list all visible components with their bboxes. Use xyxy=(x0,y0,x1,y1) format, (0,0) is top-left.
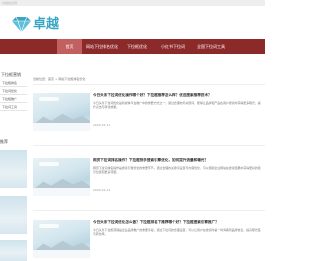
nav-item-ranking[interactable]: 网站下拉排名优化 xyxy=(84,39,120,54)
main-nav: 首页 网站下拉排名优化 下拉框优化 小红书下拉词 全国下拉词工具 xyxy=(0,39,265,54)
article-date: 2020-01-11 xyxy=(93,123,111,127)
article-date: 2020-01-11 xyxy=(93,188,111,192)
article-item: 今日头条下拉词优化操作哪个好？下拉框推荐怎么样？优选搜索推荐技术？ 今日头条下拉… xyxy=(33,93,265,138)
sidebar-title: 下拉框营销 xyxy=(0,71,27,79)
sidebar-item[interactable]: 下拉框排名 xyxy=(0,80,27,87)
article-summary: 今日头条下拉词优化是新媒体平台推广中的重要方式之一，通过合理布局关键词，能够让品… xyxy=(93,101,261,109)
nav-item-home[interactable]: 首页 xyxy=(57,39,82,54)
sidebar-item[interactable]: 下拉框推广 xyxy=(0,96,27,103)
sidebar-item[interactable]: 下拉词优化 xyxy=(0,88,27,95)
site-logo-text[interactable]: 卓越 xyxy=(33,18,59,32)
sidebar-thumbnail[interactable] xyxy=(0,240,27,261)
nav-item-xiaohongshu[interactable]: 小红书下拉词 xyxy=(158,39,188,54)
diamond-logo-icon[interactable] xyxy=(11,16,32,33)
article-title[interactable]: 今日头条下拉词优化操作哪个好？下拉框推荐怎么样？优选搜索推荐技术？ xyxy=(93,93,263,98)
sidebar-thumbnail[interactable] xyxy=(0,150,27,188)
sidebar-recommend-title: 推荐 xyxy=(0,139,8,144)
article-item: 网页下拉词排名操作？下拉框快手搜索引擎优化，如何提升流量和曝光？ 网页下拉词排名… xyxy=(33,158,265,203)
article-thumbnail[interactable] xyxy=(33,220,90,258)
article-title[interactable]: 网页下拉词排名操作？下拉框快手搜索引擎优化，如何提升流量和曝光？ xyxy=(93,158,263,163)
article-summary: 网页下拉词排名操作是搜索引擎优化的重要环节，通过合理的关键词设置与内容优化，可以… xyxy=(93,166,261,174)
divider xyxy=(33,210,265,211)
article-thumbnail[interactable] xyxy=(33,93,90,131)
article-item: 今日头条下拉词优化怎么做？下拉框排名下推荐哪个好？下拉框搜索引擎推广？ 今日头条… xyxy=(33,220,265,261)
nav-item-tools[interactable]: 全国下拉词工具 xyxy=(194,39,228,54)
sidebar-thumbnail[interactable] xyxy=(0,196,27,234)
divider xyxy=(33,84,265,85)
article-title[interactable]: 今日头条下拉词优化怎么做？下拉框排名下推荐哪个好？下拉框搜索引擎推广？ xyxy=(93,220,263,225)
nav-item-dropdown[interactable]: 下拉框优化 xyxy=(124,39,150,54)
article-summary: 今日头条下拉框营销是企业品牌推广的重要手段，通过下拉词的合理设置，可以让用户在搜… xyxy=(93,228,261,236)
sidebar-item[interactable]: 下拉词工具 xyxy=(0,104,27,111)
breadcrumb: 当前位置：首页 > 网站下拉框排名优化 xyxy=(33,77,86,81)
article-thumbnail[interactable] xyxy=(33,158,90,196)
divider xyxy=(33,145,265,146)
